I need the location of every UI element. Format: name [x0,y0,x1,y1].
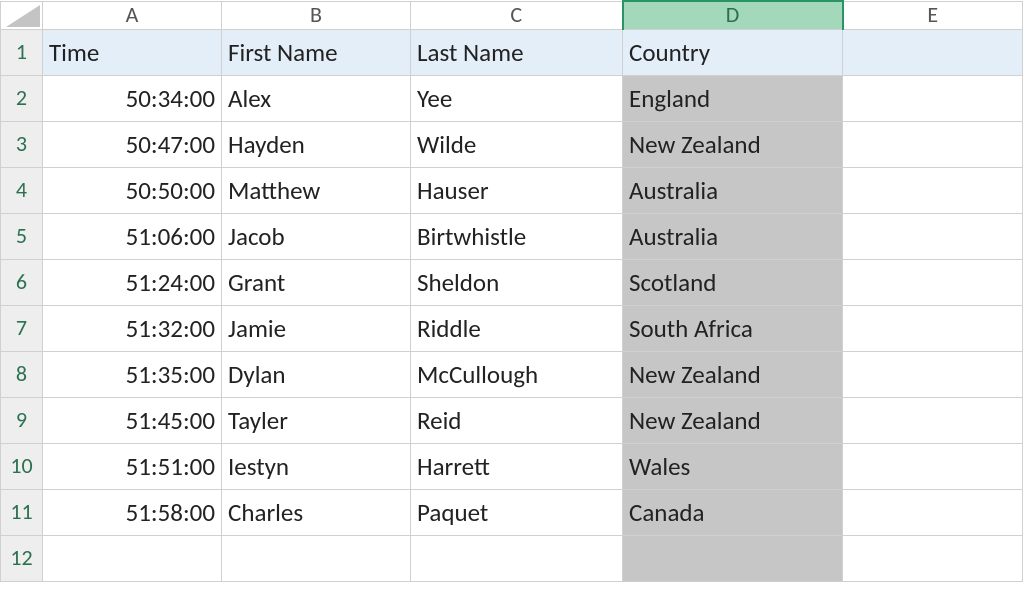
column-header-D[interactable]: D [623,1,843,29]
cell-B6[interactable]: Grant [222,259,411,305]
cell-B10[interactable]: Iestyn [222,443,411,489]
cell-C8[interactable]: McCullough [411,351,623,397]
cell-D4[interactable]: Australia [623,167,843,213]
cell-B1[interactable]: First Name [222,29,411,75]
cell-E5[interactable] [843,213,1023,259]
row-header[interactable]: 10 [1,443,43,489]
cell-C10[interactable]: Harrett [411,443,623,489]
table-row: 5 51:06:00 Jacob Birtwhistle Australia [1,213,1023,259]
cell-D7[interactable]: South Africa [623,305,843,351]
column-header-E[interactable]: E [843,1,1023,29]
cell-D10[interactable]: Wales [623,443,843,489]
table-row: 12 [1,535,1023,581]
cell-C5[interactable]: Birtwhistle [411,213,623,259]
cell-B8[interactable]: Dylan [222,351,411,397]
cell-C6[interactable]: Sheldon [411,259,623,305]
table-row: 8 51:35:00 Dylan McCullough New Zealand [1,351,1023,397]
table-row: 9 51:45:00 Tayler Reid New Zealand [1,397,1023,443]
cell-A5[interactable]: 51:06:00 [43,213,222,259]
cell-E7[interactable] [843,305,1023,351]
column-header-B[interactable]: B [222,1,411,29]
row-header[interactable]: 6 [1,259,43,305]
table-row: 6 51:24:00 Grant Sheldon Scotland [1,259,1023,305]
table-row: 2 50:34:00 Alex Yee England [1,75,1023,121]
column-header-A[interactable]: A [43,1,222,29]
cell-E3[interactable] [843,121,1023,167]
cell-E1[interactable] [843,29,1023,75]
cell-B7[interactable]: Jamie [222,305,411,351]
cell-B5[interactable]: Jacob [222,213,411,259]
cell-A11[interactable]: 51:58:00 [43,489,222,535]
row-header[interactable]: 12 [1,535,43,581]
cell-B11[interactable]: Charles [222,489,411,535]
table-row: 7 51:32:00 Jamie Riddle South Africa [1,305,1023,351]
cell-E6[interactable] [843,259,1023,305]
row-header[interactable]: 2 [1,75,43,121]
cell-D6[interactable]: Scotland [623,259,843,305]
column-header-C[interactable]: C [411,1,623,29]
row-header[interactable]: 8 [1,351,43,397]
cell-E10[interactable] [843,443,1023,489]
cell-A3[interactable]: 50:47:00 [43,121,222,167]
cell-B9[interactable]: Tayler [222,397,411,443]
cell-A2[interactable]: 50:34:00 [43,75,222,121]
cell-C7[interactable]: Riddle [411,305,623,351]
cell-E12[interactable] [843,535,1023,581]
cell-D1[interactable]: Country [623,29,843,75]
cell-C1[interactable]: Last Name [411,29,623,75]
cell-E2[interactable] [843,75,1023,121]
cell-B12[interactable] [222,535,411,581]
cell-B2[interactable]: Alex [222,75,411,121]
cell-D11[interactable]: Canada [623,489,843,535]
cell-B4[interactable]: Matthew [222,167,411,213]
cell-A10[interactable]: 51:51:00 [43,443,222,489]
table-row: 1 Time First Name Last Name Country [1,29,1023,75]
cell-A8[interactable]: 51:35:00 [43,351,222,397]
row-header[interactable]: 7 [1,305,43,351]
cell-C2[interactable]: Yee [411,75,623,121]
cell-D5[interactable]: Australia [623,213,843,259]
row-header[interactable]: 9 [1,397,43,443]
column-header-row: A B C D E [1,1,1023,29]
row-header[interactable]: 11 [1,489,43,535]
cell-E9[interactable] [843,397,1023,443]
cell-E11[interactable] [843,489,1023,535]
cell-D12[interactable] [623,535,843,581]
cell-A12[interactable] [43,535,222,581]
spreadsheet[interactable]: A B C D E 1 Time First Name Last Name Co… [0,0,1023,582]
cell-E8[interactable] [843,351,1023,397]
cell-D8[interactable]: New Zealand [623,351,843,397]
row-header[interactable]: 1 [1,29,43,75]
cell-D2[interactable]: England [623,75,843,121]
cell-A4[interactable]: 50:50:00 [43,167,222,213]
cell-C9[interactable]: Reid [411,397,623,443]
table-row: 11 51:58:00 Charles Paquet Canada [1,489,1023,535]
table-row: 10 51:51:00 Iestyn Harrett Wales [1,443,1023,489]
cell-D3[interactable]: New Zealand [623,121,843,167]
cell-C3[interactable]: Wilde [411,121,623,167]
row-header[interactable]: 3 [1,121,43,167]
cell-A9[interactable]: 51:45:00 [43,397,222,443]
cell-C4[interactable]: Hauser [411,167,623,213]
row-header[interactable]: 4 [1,167,43,213]
cell-A6[interactable]: 51:24:00 [43,259,222,305]
table-row: 3 50:47:00 Hayden Wilde New Zealand [1,121,1023,167]
cell-E4[interactable] [843,167,1023,213]
select-all-corner[interactable] [1,1,43,29]
cell-C12[interactable] [411,535,623,581]
cell-B3[interactable]: Hayden [222,121,411,167]
row-header[interactable]: 5 [1,213,43,259]
cell-A7[interactable]: 51:32:00 [43,305,222,351]
table-row: 4 50:50:00 Matthew Hauser Australia [1,167,1023,213]
select-all-triangle-icon [6,5,40,27]
cell-C11[interactable]: Paquet [411,489,623,535]
cell-D9[interactable]: New Zealand [623,397,843,443]
cell-A1[interactable]: Time [43,29,222,75]
